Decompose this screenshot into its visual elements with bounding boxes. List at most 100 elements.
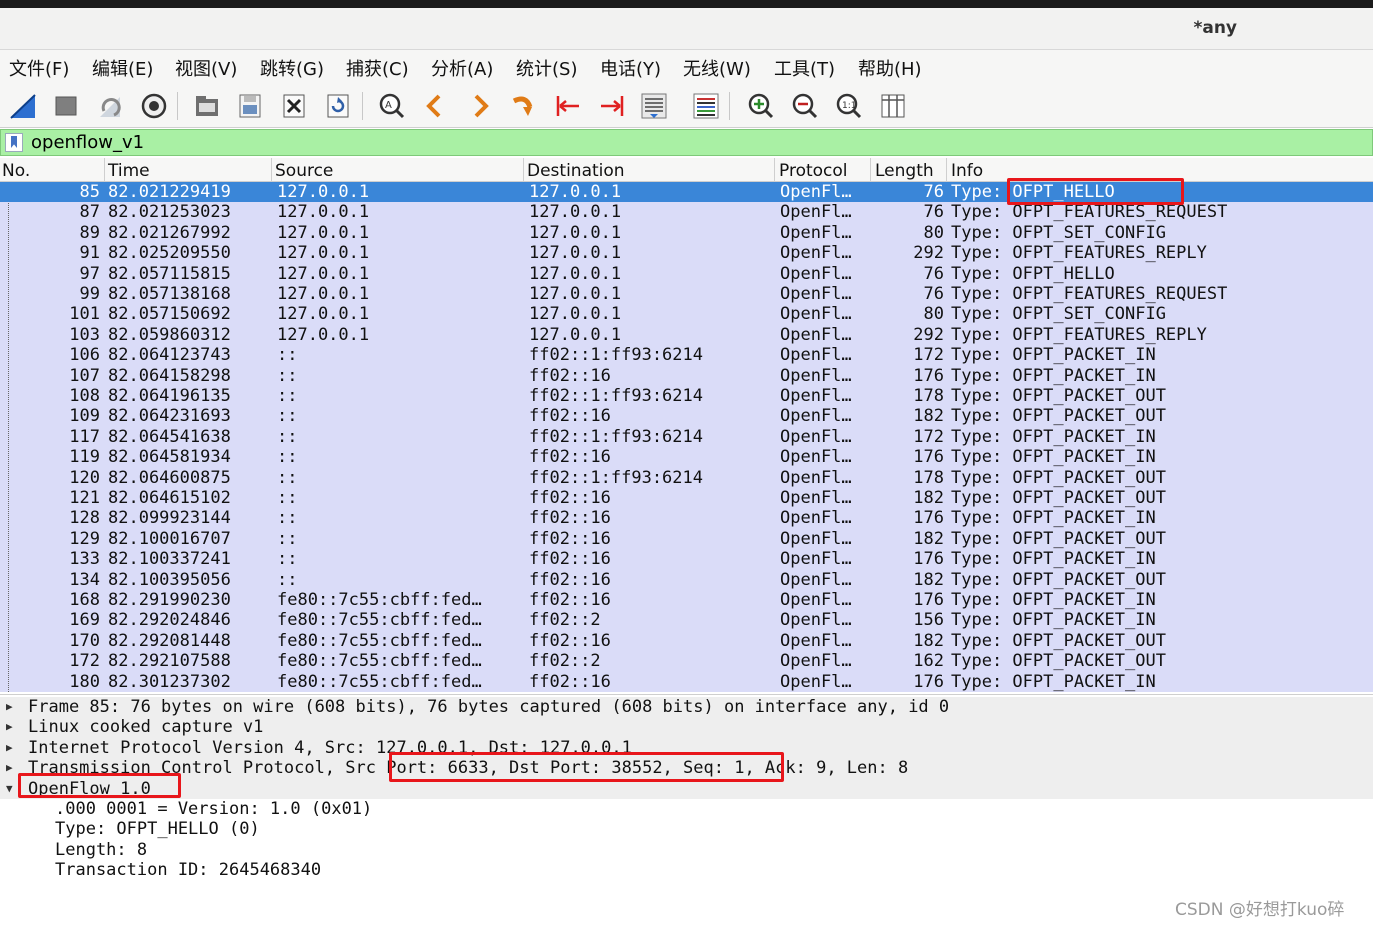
display-filter-input[interactable]: openflow_v1 (31, 132, 144, 153)
cell-time: 82.025209550 (108, 243, 231, 264)
column-divider[interactable] (523, 158, 524, 182)
last-packet-icon[interactable] (595, 89, 629, 123)
close-file-icon[interactable] (277, 89, 311, 123)
normal-size-icon[interactable]: 1:1 (832, 89, 866, 123)
table-row[interactable]: 119 82.064581934:: ff02::16 OpenFl… Type: OF… (0, 447, 1373, 467)
table-row[interactable]: 107 82.064158298:: ff02::16 OpenFl… Type: OF… (0, 366, 1373, 386)
column-header-info[interactable]: Info (951, 161, 983, 181)
menu-item-4[interactable]: 捕获(C) (346, 55, 409, 81)
detail-line[interactable]: ▶ Linux cooked capture v1 (0, 717, 1373, 738)
menu-item-3[interactable]: 跳转(G) (260, 55, 324, 81)
menu-item-8[interactable]: 无线(W) (683, 55, 751, 81)
cell-source: fe80::7c55:cbff:fed… (277, 671, 482, 692)
column-header-destination[interactable]: Destination (527, 161, 625, 181)
column-divider[interactable] (774, 158, 775, 182)
packet-list[interactable]: 85 82.021229419 127.0.0.1 127.0.0.1 OpenFl… T… (0, 182, 1373, 692)
column-header-source[interactable]: Source (275, 161, 333, 181)
cell-protocol: OpenFl… (780, 263, 852, 284)
table-row[interactable]: 121 82.064615102:: ff02::16 OpenFl… Type: OF… (0, 488, 1373, 508)
column-divider[interactable] (104, 158, 105, 182)
detail-line[interactable]: Transaction ID: 2645468340 (0, 860, 1373, 880)
resize-columns-icon[interactable] (876, 89, 910, 123)
bookmark-icon[interactable] (5, 133, 23, 152)
cell-time: 82.292081448 (108, 630, 231, 651)
column-divider[interactable] (870, 158, 871, 182)
table-row[interactable]: 106 82.064123743:: ff02::1:ff93:6214 OpenFl… (0, 345, 1373, 365)
cell-no: 134 (69, 569, 100, 590)
cell-destination: ff02::2 (529, 651, 601, 672)
table-row[interactable]: 108 82.064196135:: ff02::1:ff93:6214 OpenFl… (0, 386, 1373, 406)
expanded-arrow-icon[interactable]: ▼ (6, 779, 13, 799)
go-forward-icon[interactable] (463, 89, 497, 123)
table-row[interactable]: 109 82.064231693:: ff02::16 OpenFl… Type: OF… (0, 406, 1373, 426)
cell-no: 85 (79, 182, 100, 202)
column-header-time[interactable]: Time (108, 161, 150, 181)
cell-time: 82.099923144 (108, 508, 231, 529)
table-row[interactable]: 169 82.292024846 fe80::7c55:cbff:fed… ff02:… (0, 610, 1373, 630)
column-header-length[interactable]: Length (875, 161, 934, 181)
reload-icon[interactable] (321, 89, 355, 123)
stop-capture-icon[interactable] (49, 89, 83, 123)
table-row[interactable]: 170 82.292081448 fe80::7c55:cbff:fed… ff02:… (0, 631, 1373, 651)
cell-protocol: OpenFl… (780, 426, 852, 447)
table-row[interactable]: 89 82.021267992 127.0.0.1 127.0.0.1 OpenFl… T… (0, 223, 1373, 243)
cell-source: fe80::7c55:cbff:fed… (277, 630, 482, 651)
column-divider[interactable] (946, 158, 947, 182)
menu-item-6[interactable]: 统计(S) (516, 55, 577, 81)
table-row[interactable]: 128 82.099923144:: ff02::16 OpenFl… Type: OF… (0, 508, 1373, 528)
restart-capture-icon[interactable] (93, 89, 127, 123)
menu-item-1[interactable]: 编辑(E) (92, 55, 153, 81)
autoscroll-icon[interactable] (637, 89, 671, 123)
first-packet-icon[interactable] (551, 89, 585, 123)
menu-item-10[interactable]: 帮助(H) (858, 55, 922, 81)
zoom-out-icon[interactable] (788, 89, 822, 123)
column-header-protocol[interactable]: Protocol (779, 161, 848, 181)
column-divider[interactable] (271, 158, 272, 182)
table-row[interactable]: 97 82.057115815 127.0.0.1 127.0.0.1 OpenFl… T… (0, 264, 1373, 284)
table-row[interactable]: 180 82.301237302 fe80::7c55:cbff:fed… ff02:… (0, 672, 1373, 692)
menu-item-5[interactable]: 分析(A) (431, 55, 493, 81)
go-back-icon[interactable] (418, 89, 452, 123)
table-row[interactable]: 120 82.064600875:: ff02::1:ff93:6214 OpenFl… (0, 468, 1373, 488)
table-row[interactable]: 129 82.100016707:: ff02::16 OpenFl… Type: OF… (0, 529, 1373, 549)
cell-destination: ff02::16 (529, 406, 611, 427)
detail-line[interactable]: ▶ Frame 85: 76 bytes on wire (608 bits), … (0, 697, 1373, 718)
zoom-in-icon[interactable] (744, 89, 778, 123)
collapsed-arrow-icon[interactable]: ▶ (6, 758, 13, 778)
go-to-packet-icon[interactable] (506, 89, 540, 123)
cell-destination: ff02::16 (529, 365, 611, 386)
collapsed-arrow-icon[interactable]: ▶ (6, 738, 13, 758)
table-row[interactable]: 172 82.292107588 fe80::7c55:cbff:fed… ff02:… (0, 651, 1373, 671)
collapsed-arrow-icon[interactable]: ▶ (6, 697, 13, 717)
menu-item-0[interactable]: 文件(F) (9, 55, 69, 81)
detail-line[interactable]: .000 0001 = Version: 1.0 (0x01) (0, 799, 1373, 819)
start-capture-icon[interactable] (6, 89, 40, 123)
toolbar-separator (729, 92, 730, 120)
save-file-icon[interactable] (233, 89, 267, 123)
menu-item-9[interactable]: 工具(T) (774, 55, 835, 81)
table-row[interactable]: 87 82.021253023 127.0.0.1 127.0.0.1 OpenFl… T… (0, 202, 1373, 222)
table-row[interactable]: 168 82.291990230 fe80::7c55:cbff:fed… ff02:… (0, 590, 1373, 610)
table-row[interactable]: 103 82.059860312 127.0.0.1 127.0.0.1 OpenFl…… (0, 325, 1373, 345)
table-row[interactable]: 134 82.100395056:: ff02::16 OpenFl… Type: OF… (0, 570, 1373, 590)
table-row[interactable]: 99 82.057138168 127.0.0.1 127.0.0.1 OpenFl… T… (0, 284, 1373, 304)
table-row[interactable]: 117 82.064541638:: ff02::1:ff93:6214 OpenFl… (0, 427, 1373, 447)
detail-line[interactable]: Type: OFPT_HELLO (0) (0, 819, 1373, 839)
cell-destination: 127.0.0.1 (529, 182, 622, 202)
capture-options-icon[interactable] (137, 89, 171, 123)
cell-length: 176 (913, 365, 944, 386)
find-packet-icon[interactable]: A (375, 89, 409, 123)
cell-length: 176 (913, 671, 944, 692)
detail-line[interactable]: Length: 8 (0, 840, 1373, 860)
menu-item-7[interactable]: 电话(Y) (600, 55, 661, 81)
table-row[interactable]: 101 82.057150692 127.0.0.1 127.0.0.1 OpenFl…… (0, 304, 1373, 324)
column-header-no[interactable]: No. (2, 161, 30, 181)
colorize-icon[interactable] (689, 89, 723, 123)
table-row[interactable]: 91 82.025209550 127.0.0.1 127.0.0.1 OpenFl… T… (0, 243, 1373, 263)
packet-details-pane[interactable]: ▶ Frame 85: 76 bytes on wire (608 bits), … (0, 694, 1373, 925)
table-row[interactable]: 133 82.100337241:: ff02::16 OpenFl… Type: OF… (0, 549, 1373, 569)
menu-item-2[interactable]: 视图(V) (175, 55, 237, 81)
open-file-icon[interactable] (190, 89, 224, 123)
collapsed-arrow-icon[interactable]: ▶ (6, 717, 13, 737)
display-filter-bar[interactable]: openflow_v1 (0, 129, 1373, 156)
